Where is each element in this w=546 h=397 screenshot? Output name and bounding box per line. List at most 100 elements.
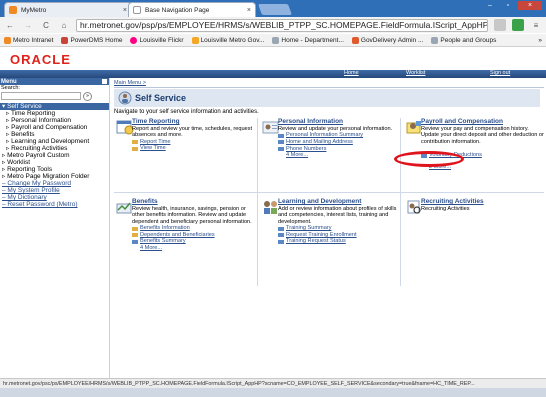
more-bookmarks-icon[interactable]: » — [538, 37, 542, 44]
tile-title[interactable]: Payroll and Compensation — [421, 118, 546, 125]
sign-out-link[interactable]: Sign out — [490, 70, 510, 76]
bookmark-icon — [130, 36, 138, 44]
home-link[interactable]: Home — [344, 70, 359, 76]
menu-item-self-service[interactable]: ▾ Self Service — [0, 103, 109, 110]
link-request-training-enrollment[interactable]: Request Training Enrollment — [278, 232, 403, 239]
bookmark-metro-intranet[interactable]: Metro Intranet — [4, 36, 53, 44]
menu-item-worklist[interactable]: ▹ Worklist — [0, 159, 109, 166]
menu-title: Menu — [1, 78, 17, 85]
menu-item-change-password[interactable]: – Change My Password — [0, 180, 109, 187]
more-link[interactable]: 4 More... — [278, 152, 403, 159]
bookmark-icon — [61, 36, 69, 44]
bookmark-label: GovDelivery Admin ... — [360, 36, 424, 44]
link-label: Benefits Information — [140, 225, 190, 232]
left-menu: Menu Search: » ▾ Self Service ▹ Time Rep… — [0, 78, 110, 378]
os-taskbar — [0, 388, 546, 397]
tab-mymetro[interactable]: MyMetro × — [4, 2, 132, 17]
new-tab-button[interactable] — [257, 4, 293, 15]
extension-green-icon[interactable] — [512, 19, 524, 31]
reload-icon[interactable]: C — [40, 19, 52, 31]
tile-time-reporting: Time Reporting Report and review your ti… — [114, 118, 257, 188]
page-icon — [278, 146, 284, 151]
menu-item-reporting-tools[interactable]: ▹ Reporting Tools — [0, 166, 109, 173]
link-view-time[interactable]: View Time — [132, 145, 257, 152]
page-icon — [278, 133, 284, 138]
extension-icon[interactable] — [494, 19, 506, 31]
tile-title[interactable]: Recruiting Activities — [421, 198, 546, 205]
close-tab-icon[interactable]: × — [247, 7, 251, 14]
folder-icon — [132, 146, 138, 151]
bookmark-govdelivery[interactable]: GovDelivery Admin ... — [351, 36, 424, 44]
worklist-link[interactable]: Worklist — [406, 70, 425, 76]
link-report-time[interactable]: Report Time — [132, 139, 257, 146]
bookmark-powerdms[interactable]: PowerDMS Home — [61, 36, 122, 44]
menu-item-learning-development[interactable]: ▹ Learning and Development — [0, 138, 109, 145]
breadcrumb[interactable]: Main Menu > — [114, 80, 544, 86]
link-personal-info-summary[interactable]: Personal Information Summary — [278, 132, 403, 139]
link-training-summary[interactable]: Training Summary — [278, 225, 403, 232]
close-tab-icon[interactable]: × — [123, 7, 127, 14]
bookmark-icon — [272, 36, 280, 44]
link-phone-numbers[interactable]: Phone Numbers — [278, 146, 403, 153]
tile-title[interactable]: Benefits — [132, 198, 257, 205]
menu-item-dictionary[interactable]: – My Dictionary — [0, 194, 109, 201]
bookmark-label: Louisville Metro Gov... — [200, 36, 265, 44]
mymetro-favicon-icon — [9, 6, 17, 14]
tab-base-navigation-page[interactable]: Base Navigation Page × — [128, 2, 256, 17]
bookmark-louisville-metro-gov[interactable]: Louisville Metro Gov... — [191, 36, 265, 44]
bookmark-icon — [191, 36, 199, 44]
link-label: View Time — [140, 145, 166, 152]
menu-item-reset-password[interactable]: – Reset Password (Metro) — [0, 201, 109, 208]
page-favicon-icon — [133, 6, 141, 14]
link-label: Personal Information Summary — [286, 132, 364, 139]
forward-icon[interactable]: → — [22, 19, 34, 31]
browser-tabstrip: MyMetro × Base Navigation Page × – ▫ × — [0, 0, 546, 17]
menu-search-input[interactable] — [1, 92, 81, 100]
page-icon — [278, 233, 284, 238]
search-go-button[interactable]: » — [83, 91, 92, 101]
maximize-button[interactable]: ▫ — [500, 1, 516, 10]
address-bar[interactable]: hr.metronet.gov/psp/ps/EMPLOYEE/HRMS/s/W… — [76, 18, 488, 32]
more-link[interactable]: 4 More... — [132, 245, 257, 252]
home-icon[interactable]: ⌂ — [58, 19, 70, 31]
tile-recruiting-activities: Recruiting Activities Recruiting Activit… — [403, 198, 546, 288]
link-home-mailing-address[interactable]: Home and Mailing Address — [278, 139, 403, 146]
bookmark-flickr[interactable]: Louisville Flickr — [130, 36, 184, 44]
close-window-button[interactable]: × — [518, 1, 542, 10]
tile-learning-development: Learning and Development Add or review i… — [260, 198, 403, 288]
bookmark-people-groups[interactable]: People and Groups — [431, 36, 496, 44]
tile-title[interactable]: Personal Information — [278, 118, 403, 125]
menu-item-metro-payroll-custom[interactable]: ▹ Metro Payroll Custom — [0, 152, 109, 159]
link-benefits-summary[interactable]: Benefits Summary — [132, 238, 257, 245]
tile-description: Report and review your time, schedules, … — [132, 126, 253, 139]
link-label: Report Time — [140, 138, 171, 145]
menu-item-benefits[interactable]: ▹ Benefits — [0, 131, 109, 138]
divider — [114, 87, 544, 88]
menu-item-page-migration[interactable]: ▹ Metro Page Migration Folder — [0, 173, 109, 180]
tile-title[interactable]: Time Reporting — [132, 118, 257, 125]
folder-icon — [132, 233, 138, 238]
tile-title[interactable]: Learning and Development — [278, 198, 403, 205]
menu-item-time-reporting[interactable]: ▹ Time Reporting — [0, 110, 109, 117]
tile-description: Review health, insurance, savings, pensi… — [132, 206, 252, 225]
menu-item-recruiting-activities[interactable]: ▹ Recruiting Activities — [0, 145, 109, 152]
link-benefits-information[interactable]: Benefits Information — [132, 225, 257, 232]
url-text: hr.metronet.gov/psp/ps/EMPLOYEE/HRMS/s/W… — [80, 20, 488, 30]
minimize-button[interactable]: – — [482, 1, 498, 10]
menu-item-personal-information[interactable]: ▹ Personal Information — [0, 117, 109, 124]
menu-item-payroll-compensation[interactable]: ▹ Payroll and Compensation — [0, 124, 109, 131]
tile-description: Review your pay and compensation history… — [421, 126, 544, 145]
menu-item-system-profile[interactable]: – My System Profile — [0, 187, 109, 194]
minimize-menu-icon[interactable] — [102, 79, 107, 84]
oracle-logo: ORACLE — [10, 52, 71, 67]
bookmark-icon — [431, 36, 439, 44]
bookmark-home-department[interactable]: Home - Department... — [272, 36, 344, 44]
link-training-request-status[interactable]: Training Request Status — [278, 238, 403, 245]
bookmark-icon — [351, 36, 359, 44]
link-label: Training Request Status — [286, 238, 346, 245]
back-icon[interactable]: ← — [4, 19, 16, 31]
bookmarks-bar: Metro Intranet PowerDMS Home Louisville … — [0, 34, 546, 47]
link-dependents-beneficiaries[interactable]: Dependents and Beneficiaries — [132, 232, 257, 239]
bookmark-label: Louisville Flickr — [139, 36, 184, 44]
menu-icon[interactable]: ≡ — [530, 19, 542, 31]
